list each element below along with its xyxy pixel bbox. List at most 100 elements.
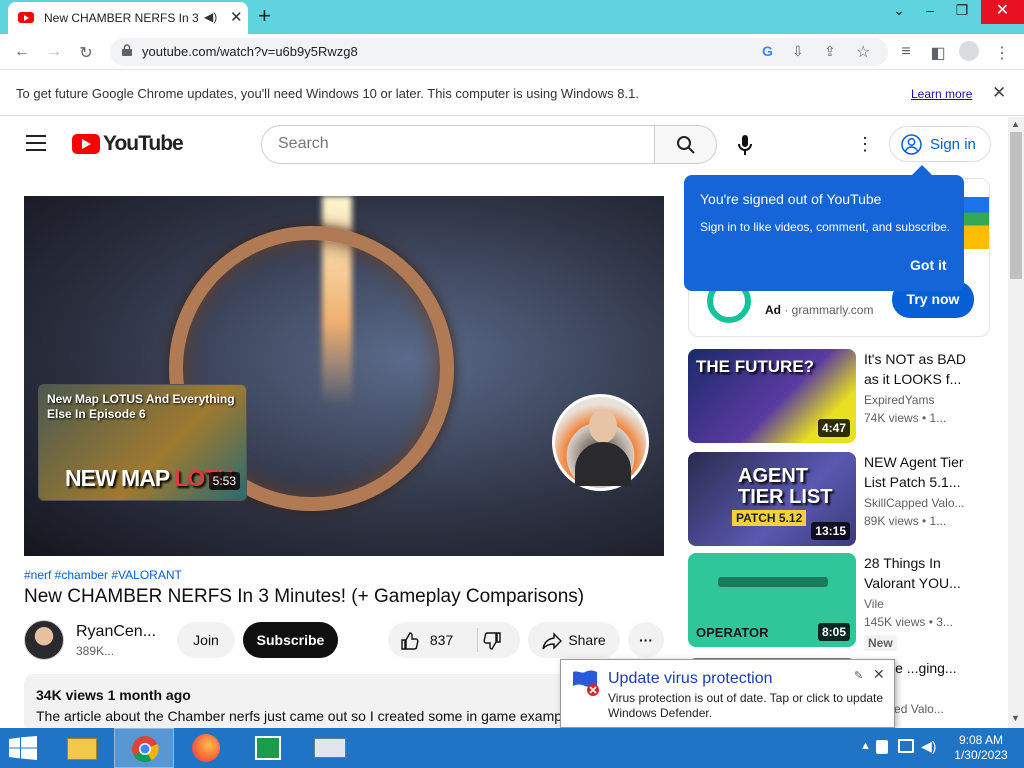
windows-start-icon[interactable]	[9, 736, 37, 760]
search-button[interactable]	[654, 125, 717, 164]
network-icon[interactable]	[898, 739, 914, 753]
related-title: 28 Things In Valorant YOU...	[864, 555, 961, 591]
channel-avatar[interactable]	[24, 620, 64, 660]
search-box	[261, 125, 655, 164]
end-card-big-text: NEW MAP LOTU	[65, 465, 234, 491]
google-icon[interactable]: G	[762, 43, 773, 59]
tab-close-icon[interactable]: ✕	[230, 8, 243, 26]
new-tab-button[interactable]: +	[258, 3, 271, 29]
audio-playing-icon[interactable]: ◀)	[204, 10, 217, 24]
view-count-date: 34K views 1 month ago	[36, 687, 191, 703]
sign-in-button[interactable]: Sign in	[889, 126, 991, 162]
learn-more-link[interactable]: Learn more	[911, 87, 972, 101]
settings-menu-icon[interactable]: ⋮	[856, 134, 874, 155]
search-icon	[677, 136, 695, 154]
chrome-menu-icon[interactable]: ⋮	[992, 43, 1012, 63]
firefox-app[interactable]	[176, 728, 236, 768]
hamburger-menu-icon[interactable]	[26, 135, 46, 151]
thumbnail-subtext: PATCH 5.12	[732, 510, 807, 526]
defender-body: Virus protection is out of date. Tap or …	[608, 691, 884, 720]
media-control-icon[interactable]: ≡	[896, 43, 916, 61]
on-screen-keyboard-app[interactable]	[300, 728, 360, 768]
clock-date: 1/30/2023	[954, 748, 1008, 762]
tab-search-icon[interactable]: ⌄	[884, 2, 914, 19]
end-screen-video-card[interactable]: New Map LOTUS And Everything Else In Epi…	[38, 384, 247, 501]
install-icon[interactable]: ⇩	[792, 43, 804, 60]
end-card-duration: 5:53	[208, 472, 240, 490]
microphone-icon[interactable]	[737, 134, 753, 156]
scroll-up-icon[interactable]: ▲	[1011, 119, 1020, 129]
scrollbar-thumb[interactable]	[1010, 132, 1022, 279]
search-input[interactable]	[278, 135, 638, 153]
side-panel-icon[interactable]: ◧	[928, 43, 948, 63]
youtube-wordmark[interactable]: YouTube	[103, 132, 184, 156]
pin-icon[interactable]: ✎	[854, 669, 863, 682]
related-video-item[interactable]: OPERATOR 8:05 28 Things In Valorant YOU.…	[688, 553, 998, 651]
share-page-icon[interactable]: ⇪	[824, 43, 836, 60]
scroll-down-icon[interactable]: ▼	[1011, 713, 1020, 723]
restore-button[interactable]: ❐	[947, 2, 977, 19]
related-channel: SkillCapped Valo...	[864, 496, 965, 510]
ad-domain: Ad · grammarly.com	[765, 303, 874, 317]
dislike-button[interactable]	[482, 622, 502, 658]
related-duration: 4:47	[817, 419, 850, 437]
join-button[interactable]: Join	[177, 622, 235, 658]
chrome-app[interactable]	[114, 728, 174, 768]
address-bar[interactable]: youtube.com/watch?v=u6b9y5Rwzg8 G ⇩ ⇪ ☆	[110, 38, 888, 66]
end-screen-channel-avatar[interactable]	[552, 394, 649, 491]
thumbnail-text: OPERATOR	[696, 625, 769, 640]
video-player[interactable]: New Map LOTUS And Everything Else In Epi…	[24, 196, 664, 556]
tooltip-body: Sign in to like videos, comment, and sub…	[700, 220, 951, 234]
store-icon	[255, 736, 281, 760]
like-button[interactable]: 837	[400, 622, 453, 658]
page-scrollbar[interactable]: ▲ ▼	[1008, 117, 1024, 728]
action-center-flag-icon[interactable]	[876, 740, 888, 754]
store-app[interactable]	[238, 728, 298, 768]
related-video-item[interactable]: THE FUTURE? 4:47 It's NOT as BAD as it L…	[688, 349, 998, 445]
file-explorer-app[interactable]	[52, 728, 112, 768]
clock-time: 9:08 AM	[958, 733, 1004, 747]
defender-flag-icon	[573, 670, 599, 696]
subscribe-button[interactable]: Subscribe	[243, 622, 338, 658]
browser-tab[interactable]: New CHAMBER NERFS In 3 M ◀) ✕	[8, 2, 248, 34]
hashtags[interactable]: #nerf #chamber #VALORANT	[24, 568, 182, 582]
volume-icon[interactable]: ◀)	[921, 738, 936, 755]
show-hidden-icons[interactable]: ▲	[860, 740, 871, 752]
related-thumbnail: THE FUTURE? 4:47	[688, 349, 856, 443]
chrome-icon	[132, 736, 159, 763]
bookmark-star-icon[interactable]: ☆	[856, 42, 870, 62]
window-close-button[interactable]: ✕	[981, 0, 1024, 24]
minimize-button[interactable]: –	[915, 2, 945, 18]
youtube-logo-icon[interactable]	[72, 134, 100, 154]
more-actions-button[interactable]: ···	[628, 622, 664, 658]
description-text: The article about the Chamber nerfs just…	[36, 708, 563, 724]
reload-icon[interactable]: ↻	[76, 43, 96, 63]
tab-title: New CHAMBER NERFS In 3 M	[44, 11, 199, 25]
related-video-item[interactable]: AGENT TIER LIST PATCH 5.12 13:15 NEW Age…	[688, 452, 998, 548]
end-card-title: New Map LOTUS And Everything Else In Epi…	[47, 392, 235, 421]
avatar-head	[589, 409, 617, 443]
got-it-button[interactable]: Got it	[910, 257, 947, 273]
lock-icon	[122, 44, 132, 56]
related-views: 89K views • 1...	[864, 514, 947, 528]
channel-name[interactable]: RyanCen...	[76, 623, 156, 641]
defender-close-icon[interactable]: ✕	[873, 666, 885, 683]
profile-avatar-icon[interactable]	[959, 41, 979, 61]
related-thumbnail: OPERATOR 8:05	[688, 553, 856, 647]
defender-notification[interactable]: Update virus protection Virus protection…	[560, 659, 895, 728]
channel-subscribers: 389K...	[76, 644, 115, 658]
share-button[interactable]: Share	[528, 622, 620, 658]
like-count: 837	[429, 632, 454, 648]
windows-taskbar: ▲ ◀) 9:08 AM 1/30/2023	[0, 728, 1024, 768]
related-channel: ExpiredYams	[864, 393, 935, 407]
infobar-close-icon[interactable]: ✕	[992, 83, 1006, 103]
forward-icon[interactable]: →	[44, 43, 64, 61]
back-icon[interactable]: ←	[12, 43, 32, 61]
like-separator	[477, 628, 478, 652]
sign-in-label: Sign in	[930, 136, 976, 153]
related-views: 145K views • 3...	[864, 615, 953, 629]
youtube-header: YouTube ⋮ Sign in	[0, 117, 1008, 173]
system-clock[interactable]: 9:08 AM 1/30/2023	[946, 733, 1016, 763]
like-dislike-group: 837	[388, 622, 520, 658]
thumbnail-text: AGENT TIER LIST	[738, 465, 833, 508]
